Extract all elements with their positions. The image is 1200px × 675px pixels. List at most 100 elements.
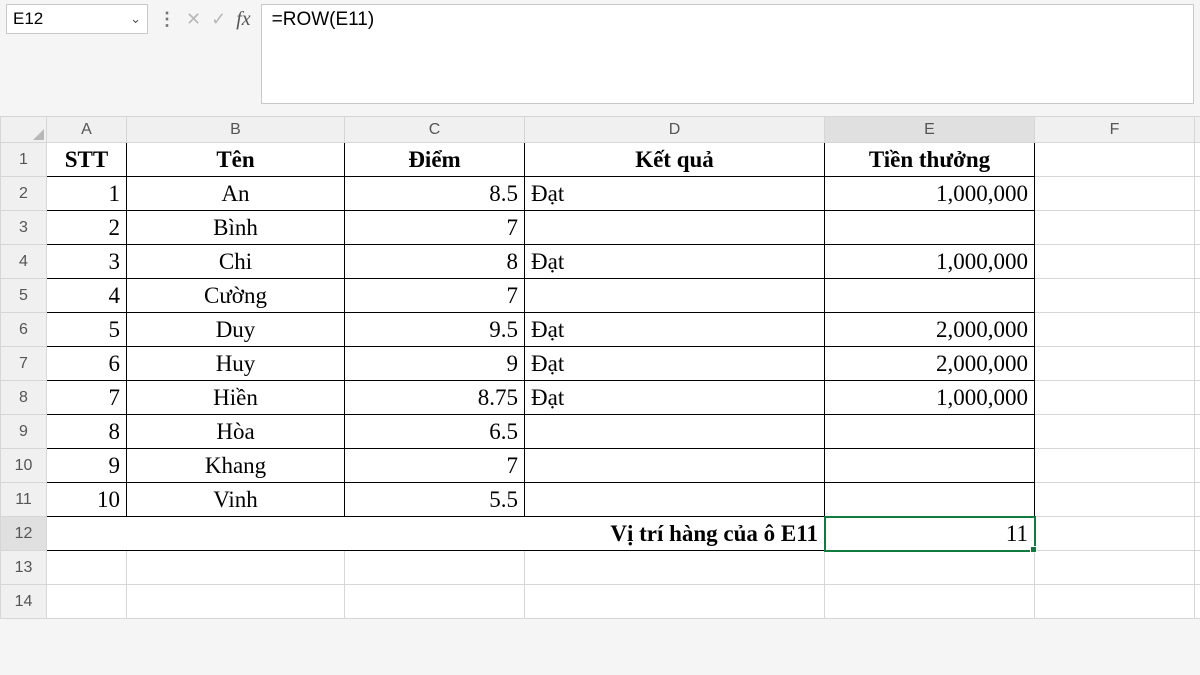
cell-G1[interactable] bbox=[1195, 143, 1200, 177]
cell-E11[interactable] bbox=[825, 483, 1035, 517]
row-header-2[interactable]: 2 bbox=[1, 177, 47, 211]
cell-E10[interactable] bbox=[825, 449, 1035, 483]
cell-G6[interactable] bbox=[1195, 313, 1200, 347]
cell-D8[interactable]: Đạt bbox=[525, 381, 825, 415]
cell-D7[interactable]: Đạt bbox=[525, 347, 825, 381]
cell-B6[interactable]: Duy bbox=[127, 313, 345, 347]
formula-input[interactable]: =ROW(E11) bbox=[261, 4, 1194, 104]
cell-F8[interactable] bbox=[1035, 381, 1195, 415]
cell-B14[interactable] bbox=[127, 585, 345, 619]
cell-G9[interactable] bbox=[1195, 415, 1200, 449]
select-all-corner[interactable] bbox=[1, 117, 47, 143]
cell-D1[interactable]: Kết quả bbox=[525, 143, 825, 177]
cell-B8[interactable]: Hiền bbox=[127, 381, 345, 415]
cell-A2[interactable]: 1 bbox=[47, 177, 127, 211]
cell-D4[interactable]: Đạt bbox=[525, 245, 825, 279]
cell-F12[interactable] bbox=[1035, 517, 1195, 551]
cell-B5[interactable]: Cường bbox=[127, 279, 345, 313]
row-header-12[interactable]: 12 bbox=[1, 517, 47, 551]
cell-B13[interactable] bbox=[127, 551, 345, 585]
cell-F10[interactable] bbox=[1035, 449, 1195, 483]
cell-A12-D12-merged[interactable]: Vị trí hàng của ô E11 bbox=[47, 517, 825, 551]
cell-D14[interactable] bbox=[525, 585, 825, 619]
cell-A4[interactable]: 3 bbox=[47, 245, 127, 279]
cell-G3[interactable] bbox=[1195, 211, 1200, 245]
col-header-A[interactable]: A bbox=[47, 117, 127, 143]
cell-A5[interactable]: 4 bbox=[47, 279, 127, 313]
cell-C7[interactable]: 9 bbox=[345, 347, 525, 381]
cell-E14[interactable] bbox=[825, 585, 1035, 619]
cell-B7[interactable]: Huy bbox=[127, 347, 345, 381]
cell-A9[interactable]: 8 bbox=[47, 415, 127, 449]
cell-E4[interactable]: 1,000,000 bbox=[825, 245, 1035, 279]
row-header-1[interactable]: 1 bbox=[1, 143, 47, 177]
cell-C13[interactable] bbox=[345, 551, 525, 585]
cell-D11[interactable] bbox=[525, 483, 825, 517]
cell-F2[interactable] bbox=[1035, 177, 1195, 211]
cell-E13[interactable] bbox=[825, 551, 1035, 585]
cell-E3[interactable] bbox=[825, 211, 1035, 245]
cell-B2[interactable]: An bbox=[127, 177, 345, 211]
cell-B9[interactable]: Hòa bbox=[127, 415, 345, 449]
row-header-8[interactable]: 8 bbox=[1, 381, 47, 415]
cell-E2[interactable]: 1,000,000 bbox=[825, 177, 1035, 211]
cell-A7[interactable]: 6 bbox=[47, 347, 127, 381]
cell-E7[interactable]: 2,000,000 bbox=[825, 347, 1035, 381]
cell-F5[interactable] bbox=[1035, 279, 1195, 313]
cell-G11[interactable] bbox=[1195, 483, 1200, 517]
cell-F4[interactable] bbox=[1035, 245, 1195, 279]
cell-C1[interactable]: Điểm bbox=[345, 143, 525, 177]
cell-D2[interactable]: Đạt bbox=[525, 177, 825, 211]
cell-D13[interactable] bbox=[525, 551, 825, 585]
cell-C9[interactable]: 6.5 bbox=[345, 415, 525, 449]
cell-C2[interactable]: 8.5 bbox=[345, 177, 525, 211]
row-header-7[interactable]: 7 bbox=[1, 347, 47, 381]
cell-A11[interactable]: 10 bbox=[47, 483, 127, 517]
row-header-13[interactable]: 13 bbox=[1, 551, 47, 585]
col-header-F[interactable]: F bbox=[1035, 117, 1195, 143]
cancel-icon[interactable]: ✕ bbox=[186, 9, 201, 30]
cell-F6[interactable] bbox=[1035, 313, 1195, 347]
cell-E9[interactable] bbox=[825, 415, 1035, 449]
name-box[interactable]: E12 ⌄ bbox=[6, 4, 148, 34]
cell-A6[interactable]: 5 bbox=[47, 313, 127, 347]
row-header-3[interactable]: 3 bbox=[1, 211, 47, 245]
cell-B10[interactable]: Khang bbox=[127, 449, 345, 483]
cell-E12[interactable]: 11 bbox=[825, 517, 1035, 551]
col-header-B[interactable]: B bbox=[127, 117, 345, 143]
col-header-D[interactable]: D bbox=[525, 117, 825, 143]
cell-D9[interactable] bbox=[525, 415, 825, 449]
cell-A1[interactable]: STT bbox=[47, 143, 127, 177]
row-header-10[interactable]: 10 bbox=[1, 449, 47, 483]
row-header-11[interactable]: 11 bbox=[1, 483, 47, 517]
row-header-9[interactable]: 9 bbox=[1, 415, 47, 449]
cell-D10[interactable] bbox=[525, 449, 825, 483]
cell-E5[interactable] bbox=[825, 279, 1035, 313]
cell-A8[interactable]: 7 bbox=[47, 381, 127, 415]
cell-E1[interactable]: Tiền thưởng bbox=[825, 143, 1035, 177]
cell-C8[interactable]: 8.75 bbox=[345, 381, 525, 415]
cell-D3[interactable] bbox=[525, 211, 825, 245]
cell-B11[interactable]: Vinh bbox=[127, 483, 345, 517]
cell-F13[interactable] bbox=[1035, 551, 1195, 585]
row-header-4[interactable]: 4 bbox=[1, 245, 47, 279]
cell-G2[interactable] bbox=[1195, 177, 1200, 211]
cell-G12[interactable] bbox=[1195, 517, 1200, 551]
cell-G5[interactable] bbox=[1195, 279, 1200, 313]
cell-C14[interactable] bbox=[345, 585, 525, 619]
cell-A13[interactable] bbox=[47, 551, 127, 585]
cell-C5[interactable]: 7 bbox=[345, 279, 525, 313]
cell-F1[interactable] bbox=[1035, 143, 1195, 177]
cell-C3[interactable]: 7 bbox=[345, 211, 525, 245]
enter-icon[interactable]: ✓ bbox=[211, 9, 226, 30]
cell-B3[interactable]: Bình bbox=[127, 211, 345, 245]
row-header-6[interactable]: 6 bbox=[1, 313, 47, 347]
cell-F11[interactable] bbox=[1035, 483, 1195, 517]
col-header-G[interactable]: G bbox=[1195, 117, 1200, 143]
cell-A14[interactable] bbox=[47, 585, 127, 619]
cell-F7[interactable] bbox=[1035, 347, 1195, 381]
row-header-5[interactable]: 5 bbox=[1, 279, 47, 313]
cell-G8[interactable] bbox=[1195, 381, 1200, 415]
cell-C11[interactable]: 5.5 bbox=[345, 483, 525, 517]
cell-G10[interactable] bbox=[1195, 449, 1200, 483]
